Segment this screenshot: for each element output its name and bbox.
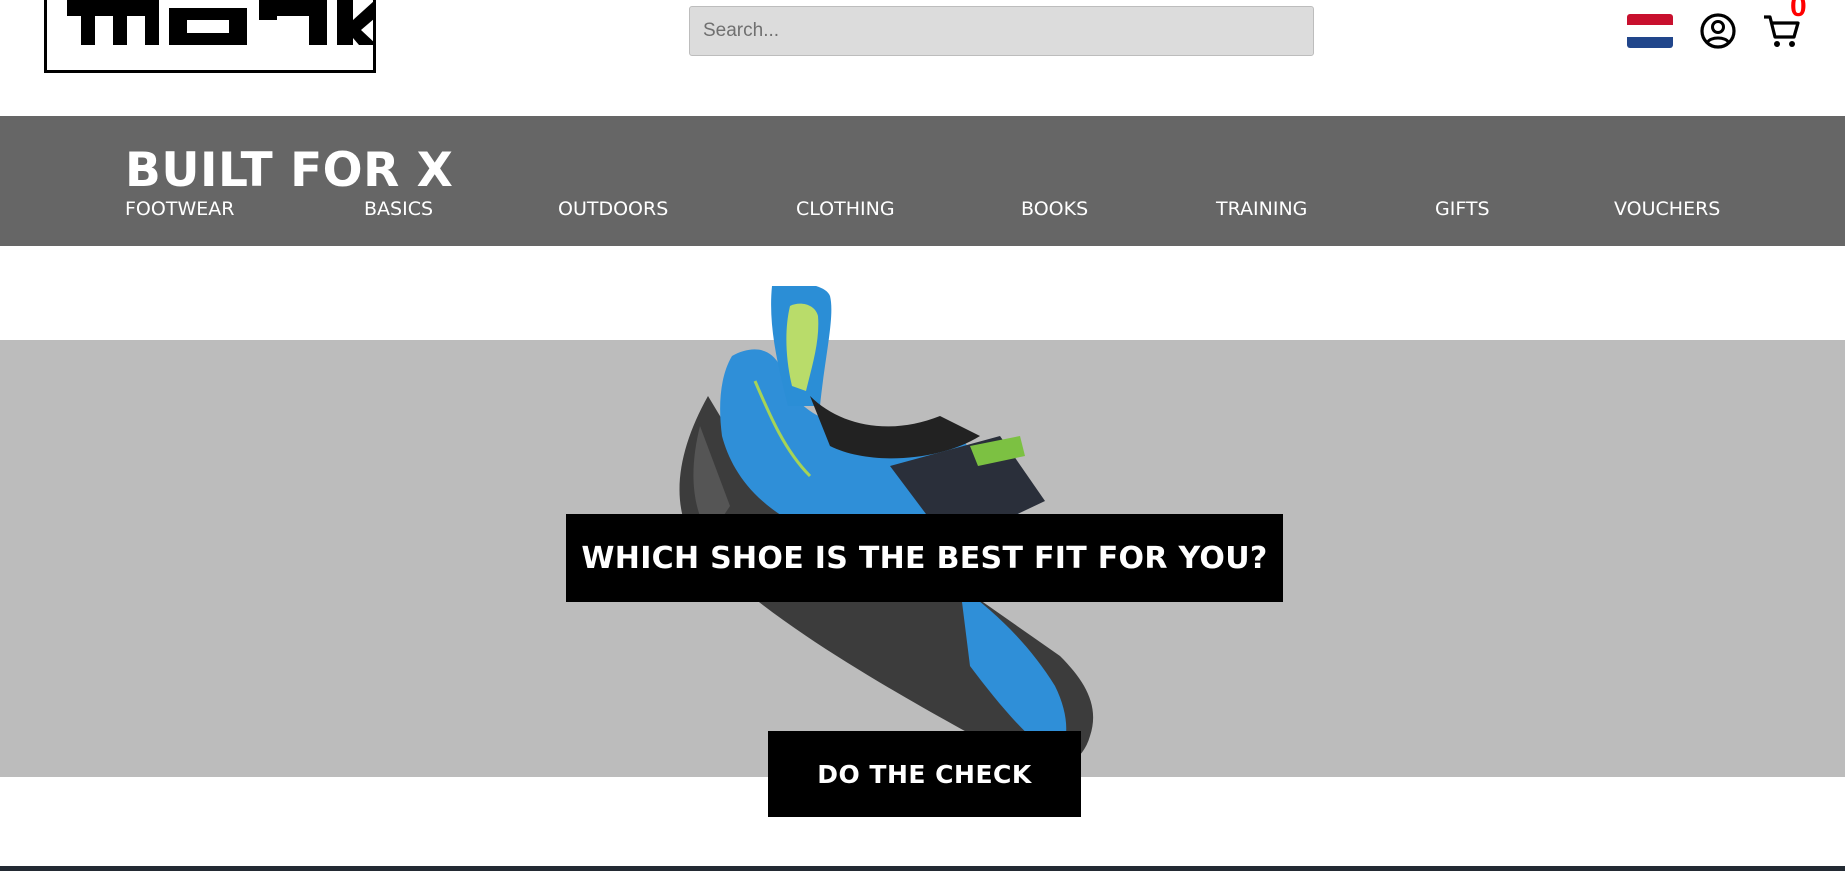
- logo-wordmark-icon: [67, 0, 373, 45]
- nav-item-gifts[interactable]: GIFTS: [1435, 198, 1490, 220]
- hero-headline-box: WHICH SHOE IS THE BEST FIT FOR YOU?: [566, 514, 1283, 602]
- footer-edge: [0, 866, 1845, 871]
- netherlands-flag-icon[interactable]: [1627, 14, 1673, 48]
- nav-item-vouchers[interactable]: VOUCHERS: [1614, 198, 1720, 220]
- monk-logo[interactable]: [44, 0, 376, 73]
- hero-headline: WHICH SHOE IS THE BEST FIT FOR YOU?: [581, 540, 1268, 576]
- nav-item-basics[interactable]: BASICS: [364, 198, 433, 220]
- nav-item-books[interactable]: BOOKS: [1021, 198, 1088, 220]
- cart-count-badge: 0: [1790, 0, 1807, 23]
- brand-tagline: BUILT FOR X: [125, 143, 454, 198]
- nav-item-footwear[interactable]: FOOTWEAR: [125, 198, 234, 220]
- site-header: 0: [0, 0, 1845, 116]
- nav-item-training[interactable]: TRAINING: [1216, 198, 1307, 220]
- category-navbar: BUILT FOR X FOOTWEAR BASICS OUTDOORS CLO…: [0, 116, 1845, 246]
- nav-item-clothing[interactable]: CLOTHING: [796, 198, 895, 220]
- user-circle-icon[interactable]: [1699, 12, 1737, 50]
- search-input[interactable]: [689, 6, 1314, 56]
- do-the-check-button[interactable]: DO THE CHECK: [768, 731, 1081, 817]
- nav-item-outdoors[interactable]: OUTDOORS: [558, 198, 668, 220]
